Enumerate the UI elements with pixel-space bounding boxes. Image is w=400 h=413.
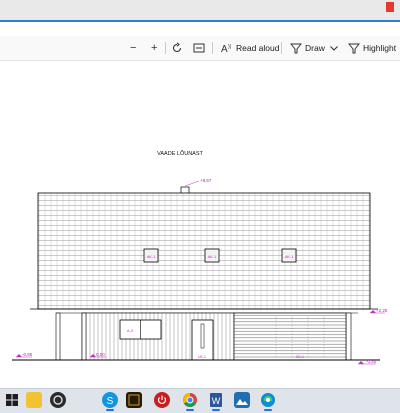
zoom-out-button[interactable]: − [130,36,136,60]
read-aloud-button[interactable]: A )) Read aloud [221,36,279,60]
highlight-button[interactable]: Highlight [348,36,396,60]
window-tag: A-3 [127,329,133,333]
draw-label: Draw [305,43,325,53]
porch-post [81,312,87,361]
drawing-title: VAADE LÕUNAST [157,150,203,157]
highlight-icon [348,43,360,54]
pdf-document: VAADE LÕUNAST +8,57 AK-1 AK-1 AK-1 A-3 U… [0,61,400,368]
pdf-toolbar: − + A )) Read aloud Draw Highlight [0,36,400,61]
browser-top-strip [0,0,400,22]
wall-window: A-3 [119,319,162,340]
svg-text:)): )) [228,44,232,50]
svg-text:W: W [212,396,221,406]
right-ground-elevation: -0,40 [366,359,377,364]
tab-edge [4,2,14,12]
ridge-leader [184,180,200,187]
power-glyph-icon [157,395,167,404]
fit-page-button[interactable] [193,36,205,60]
power-app-icon[interactable] [154,392,170,408]
obs-glyph-icon [53,395,63,405]
left-ground-marker: -0,95 [16,352,33,358]
svg-text:S: S [107,396,114,407]
roof [37,192,371,310]
photoshop-icon[interactable] [126,392,142,408]
zoom-in-button[interactable]: + [151,36,157,60]
toolbar-divider [212,42,213,54]
ridge-elevation: +8,57 [200,178,212,183]
draw-button[interactable]: Draw [290,36,325,60]
highlight-label: Highlight [363,43,397,53]
entrance-door: UK-1 [191,319,214,361]
plus-icon: + [151,42,158,54]
carport-post [345,312,352,361]
chrome-icon[interactable] [182,392,198,411]
skype-glyph-icon: S [107,396,114,407]
svg-text:A: A [221,44,228,54]
roof-window-1: AK-1 [143,248,159,263]
eave-elevation: +2,25 [376,308,388,313]
slatted-screen [233,312,347,361]
roof-window-2: AK-1 [204,248,220,263]
rotate-button[interactable] [171,36,183,60]
chevron-down-icon [330,46,338,51]
porch-post [55,312,61,361]
read-aloud-icon: A )) [221,44,232,54]
edge-glyph-icon [261,393,275,407]
fit-page-icon [193,43,205,53]
elevation-drawing: VAADE LÕUNAST +8,57 AK-1 AK-1 AK-1 A-3 U… [12,150,388,365]
edge-icon[interactable] [260,392,276,411]
start-button[interactable] [4,392,20,408]
obs-icon[interactable] [50,392,66,408]
window-tag: AK-1 [208,255,216,259]
photos-glyph-icon [236,399,248,405]
active-tab-line [0,20,400,22]
draw-icon [290,43,302,54]
roof-window-3: AK-1 [281,248,297,263]
photos-icon[interactable] [234,392,250,408]
red-tab-marker[interactable] [386,2,394,12]
file-explorer-icon[interactable] [26,392,42,408]
toolbar-divider [165,42,166,54]
window-tag: AK-1 [147,255,155,259]
windows-logo-icon [6,394,18,406]
draw-options-dropdown[interactable] [329,36,339,60]
minus-icon: − [130,42,137,54]
left-ground-elevation: -0,95 [22,352,33,357]
chrome-glyph-icon [183,393,197,407]
taskbar: S W [0,388,400,413]
zero-elevation: 0,00 [96,352,105,357]
toolbar-divider [281,42,282,54]
word-glyph-icon: W [210,393,222,407]
ps-glyph-icon [128,394,140,406]
window-tag: AK-1 [285,255,293,259]
rotate-icon [172,42,182,53]
screen-tag: SD-1 [296,355,304,359]
read-aloud-label: Read aloud [236,43,280,53]
word-icon[interactable]: W [208,392,224,411]
skype-icon[interactable]: S [102,392,118,411]
door-tag: UK-1 [198,355,206,359]
